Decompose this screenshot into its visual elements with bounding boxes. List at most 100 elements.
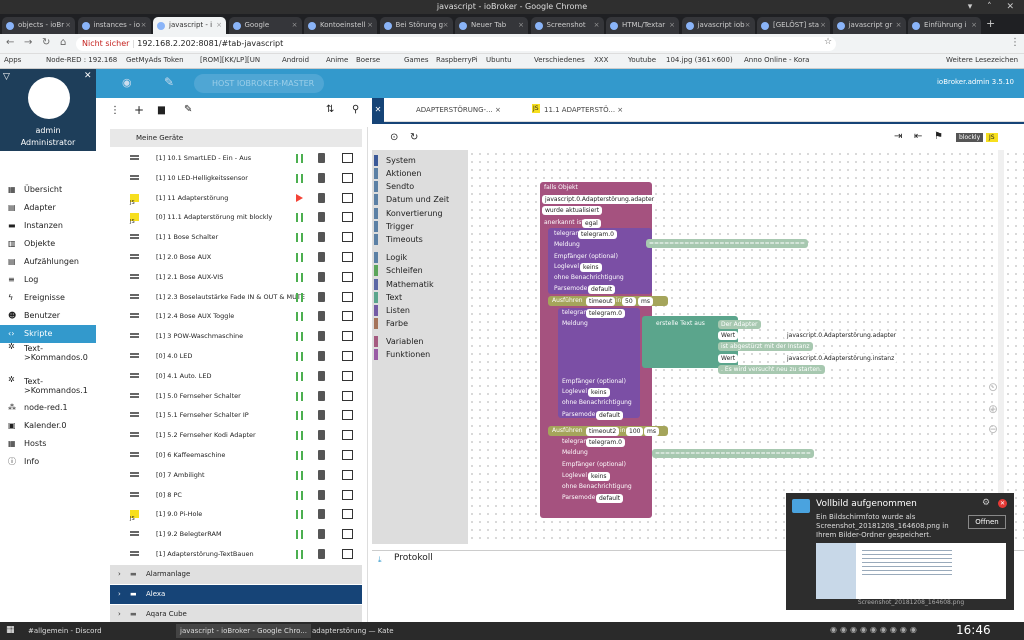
pause-icon[interactable] bbox=[296, 470, 303, 480]
tab-close-icon[interactable]: × bbox=[669, 17, 675, 34]
category-text[interactable]: Text bbox=[374, 291, 466, 304]
trash-icon[interactable] bbox=[318, 252, 325, 262]
trash-icon[interactable] bbox=[318, 291, 325, 302]
category-aktionen[interactable]: Aktionen bbox=[374, 167, 466, 180]
add-icon[interactable]: + bbox=[134, 103, 144, 117]
pause-icon[interactable] bbox=[296, 272, 303, 282]
pause-icon[interactable] bbox=[296, 411, 303, 421]
flag-icon[interactable]: ⚑ bbox=[934, 131, 943, 142]
export-icon[interactable] bbox=[342, 351, 353, 361]
script-row[interactable]: [1] Adapterstörung-TextBauen bbox=[110, 545, 362, 564]
script-row[interactable]: [0] 7 Ambilight bbox=[110, 466, 362, 485]
browser-tab[interactable]: Bei Störung g × bbox=[379, 17, 453, 34]
tab-close-icon[interactable]: × bbox=[367, 17, 373, 34]
blockly-toggle[interactable]: blockly bbox=[956, 133, 984, 142]
trash-icon[interactable] bbox=[318, 529, 325, 540]
trash-icon[interactable] bbox=[318, 370, 325, 381]
category-mathematik[interactable]: Mathematik bbox=[374, 278, 466, 291]
nav-item[interactable]: ▬ Instanzen bbox=[0, 217, 96, 235]
bookmark-item[interactable]: RaspberryPi bbox=[436, 56, 478, 64]
pause-icon[interactable] bbox=[296, 550, 303, 559]
editor-tab-1[interactable]: ADAPTERSTÖRUNG-... × bbox=[416, 106, 501, 114]
folder-row[interactable]: › ▬ Alexa bbox=[110, 585, 362, 604]
export-icon[interactable] bbox=[342, 529, 353, 540]
refresh-icon[interactable]: ↻ bbox=[410, 132, 418, 143]
task-kate[interactable]: adapterstörung — Kate bbox=[312, 624, 394, 638]
bookmark-item[interactable]: GetMyAds Token bbox=[126, 56, 184, 64]
clock[interactable]: 16:46 bbox=[956, 623, 991, 637]
more-icon[interactable]: ⋮ bbox=[110, 105, 120, 116]
folder-root[interactable]: Meine Geräte bbox=[110, 129, 362, 147]
export-icon[interactable] bbox=[342, 390, 353, 401]
export-icon[interactable] bbox=[342, 410, 353, 421]
pause-icon[interactable] bbox=[296, 154, 303, 163]
tab-close-icon[interactable]: × bbox=[141, 17, 147, 34]
script-row[interactable]: [0] 4.1 Auto. LED bbox=[110, 367, 362, 386]
bookmark-item[interactable]: Anime bbox=[326, 56, 348, 64]
export-icon[interactable]: ⇥ bbox=[894, 131, 902, 142]
nav-item[interactable]: ✲ Text->Kommandos.1 bbox=[0, 375, 96, 397]
bookmark-item[interactable]: Anno Online - Kora bbox=[744, 56, 809, 64]
export-icon[interactable] bbox=[342, 153, 353, 163]
nav-item[interactable]: ϟ Ereignisse bbox=[0, 289, 96, 307]
pause-icon[interactable] bbox=[296, 332, 303, 342]
pause-icon[interactable] bbox=[296, 530, 303, 540]
bookmark-item[interactable]: Apps bbox=[4, 56, 21, 64]
script-row[interactable]: [1] 10 LED-Helligkeitssensor bbox=[110, 169, 362, 188]
zoom-out-icon[interactable]: ⊖ bbox=[988, 422, 998, 436]
bookmark-item[interactable]: Ubuntu bbox=[486, 56, 512, 64]
pause-icon[interactable] bbox=[296, 371, 303, 381]
script-row[interactable]: [1] 2.1 Bose AUX-VIS bbox=[110, 268, 362, 287]
notification-close-icon[interactable]: ✕ bbox=[998, 499, 1007, 508]
reload-icon[interactable]: ↻ bbox=[42, 37, 50, 48]
trash-icon[interactable] bbox=[318, 153, 325, 163]
category-sendto[interactable]: Sendto bbox=[374, 180, 466, 193]
category-listen[interactable]: Listen bbox=[374, 304, 466, 317]
trash-icon[interactable] bbox=[318, 351, 325, 361]
bookmark-item[interactable]: Boerse bbox=[356, 56, 380, 64]
forward-icon[interactable]: → bbox=[24, 37, 32, 48]
bookmark-item[interactable]: Games bbox=[404, 56, 429, 64]
pause-icon[interactable] bbox=[296, 173, 303, 183]
export-icon[interactable] bbox=[342, 192, 353, 203]
trash-icon[interactable] bbox=[318, 509, 325, 520]
bookmark-item[interactable]: XXX bbox=[594, 56, 608, 64]
export-icon[interactable] bbox=[342, 271, 353, 282]
tab-close-icon[interactable]: × bbox=[65, 17, 71, 34]
nav-item[interactable]: ⁂ node-red.1 bbox=[0, 399, 96, 417]
browser-tab[interactable]: javascript - i × bbox=[153, 17, 226, 34]
bookmark-item[interactable]: 104.jpg (361×600) bbox=[666, 56, 733, 64]
export-icon[interactable] bbox=[342, 172, 353, 183]
browser-tab[interactable]: Einführung i × bbox=[908, 17, 981, 34]
script-row[interactable]: [0] 4.0 LED bbox=[110, 347, 362, 366]
editor-tab-2[interactable]: 11.1 ADAPTERSTÖ... × bbox=[544, 106, 623, 114]
category-variablen[interactable]: Variablen bbox=[374, 335, 466, 348]
collapse-icon[interactable]: ▽ bbox=[3, 72, 10, 82]
script-row[interactable]: [1] 2.0 Bose AUX bbox=[110, 248, 362, 267]
nav-item[interactable]: ▦ Übersicht bbox=[0, 181, 96, 199]
zoom-in-icon[interactable]: ⊕ bbox=[988, 402, 998, 416]
browser-tab[interactable]: Google × bbox=[228, 17, 302, 34]
script-row[interactable]: [1] 1 Bose Schalter bbox=[110, 228, 362, 247]
browser-tab[interactable]: objects - ioBr × bbox=[2, 17, 75, 34]
log-icon[interactable]: ⤓ bbox=[378, 555, 382, 565]
export-icon[interactable] bbox=[342, 232, 353, 243]
tab-close-icon[interactable]: × bbox=[292, 17, 298, 34]
export-icon[interactable] bbox=[342, 489, 353, 500]
tab-close-icon[interactable]: × bbox=[518, 17, 524, 34]
trash-icon[interactable] bbox=[318, 450, 325, 460]
pause-icon[interactable] bbox=[296, 391, 303, 401]
menu-icon[interactable]: ⋮ bbox=[1010, 37, 1020, 48]
task-chrome[interactable]: javascript - ioBroker - Google Chro... bbox=[176, 624, 311, 638]
trash-icon[interactable] bbox=[318, 271, 325, 282]
trash-icon[interactable] bbox=[318, 489, 325, 500]
export-icon[interactable] bbox=[342, 252, 353, 262]
nav-item[interactable]: ⓘ Info bbox=[0, 453, 96, 471]
pause-icon[interactable] bbox=[296, 451, 303, 460]
blockly-workspace[interactable]: falls Objekt javascript.0.Adapterstörung.… bbox=[468, 150, 1024, 544]
pause-icon[interactable] bbox=[296, 490, 303, 500]
export-icon[interactable] bbox=[342, 549, 353, 559]
pause-icon[interactable] bbox=[296, 253, 303, 262]
avatar[interactable] bbox=[28, 77, 70, 119]
export-icon[interactable] bbox=[342, 291, 353, 302]
